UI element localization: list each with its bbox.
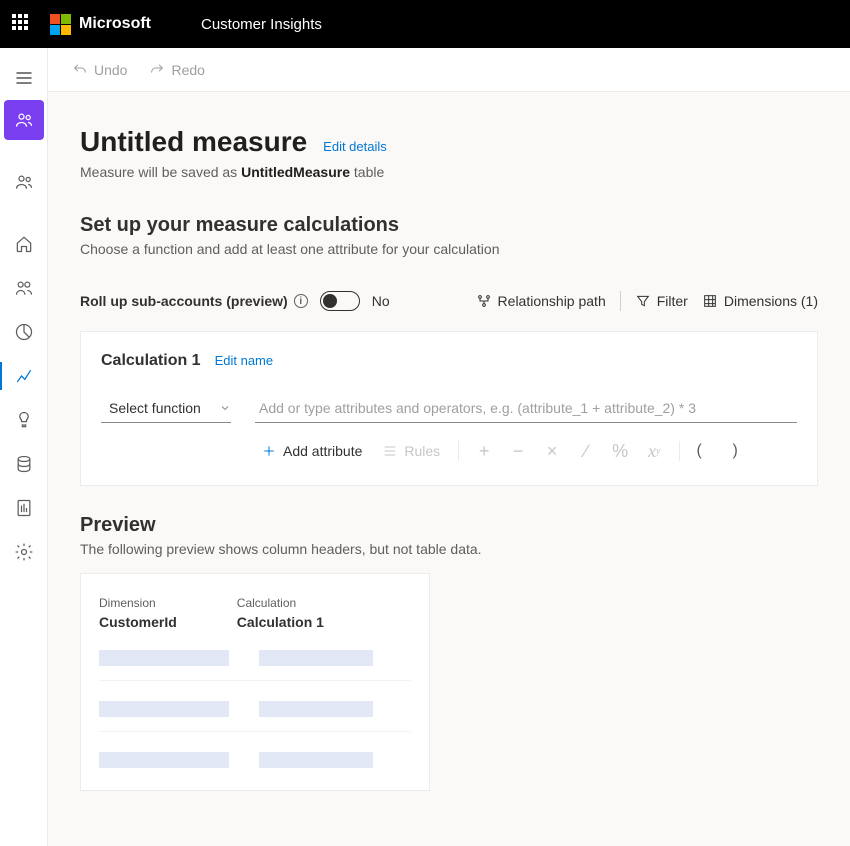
- relationship-icon: [476, 293, 492, 309]
- op-divide[interactable]: ∕: [569, 437, 603, 465]
- page-content: Untitled measure Edit details Measure wi…: [48, 92, 850, 846]
- edit-name-link[interactable]: Edit name: [215, 353, 274, 368]
- section-title: Set up your measure calculations: [80, 214, 818, 237]
- select-function-dropdown[interactable]: Select function: [101, 396, 231, 423]
- nav-reports-button[interactable]: [4, 488, 44, 528]
- info-icon[interactable]: i: [294, 294, 308, 308]
- redo-button[interactable]: Redo: [149, 62, 204, 78]
- hamburger-menu-button[interactable]: [0, 58, 48, 98]
- global-header: Microsoft Customer Insights: [0, 0, 850, 48]
- rollup-toggle[interactable]: [320, 291, 360, 311]
- nav-people-button[interactable]: [4, 162, 44, 202]
- undo-button[interactable]: Undo: [72, 62, 127, 78]
- op-multiply[interactable]: ×: [535, 437, 569, 465]
- nav-settings-button[interactable]: [4, 532, 44, 572]
- app-launcher-icon[interactable]: [12, 14, 32, 34]
- chevron-down-icon: [219, 402, 231, 414]
- op-power[interactable]: xy: [637, 437, 671, 465]
- nav-data-button[interactable]: [4, 444, 44, 484]
- op-close-paren[interactable]: ): [724, 442, 746, 460]
- grid-icon: [702, 293, 718, 309]
- preview-skeleton-row: [99, 650, 411, 666]
- product-name: Customer Insights: [201, 16, 322, 33]
- divider: [458, 441, 459, 461]
- left-nav-rail: [0, 48, 48, 846]
- preview-col-dimension: Dimension CustomerId: [99, 596, 177, 630]
- formula-input[interactable]: Add or type attributes and operators, e.…: [255, 396, 797, 423]
- filter-button[interactable]: Filter: [635, 293, 688, 309]
- nav-customers-button[interactable]: [4, 268, 44, 308]
- preview-title: Preview: [80, 514, 818, 537]
- rules-icon: [382, 443, 398, 459]
- save-as-text: Measure will be saved as UntitledMeasure…: [80, 164, 818, 180]
- calculation-title: Calculation 1: [101, 352, 201, 370]
- divider: [679, 441, 680, 461]
- rules-button[interactable]: Rules: [372, 439, 450, 463]
- main-area: Undo Redo Untitled measure Edit details …: [48, 48, 850, 846]
- nav-measures-button[interactable]: [4, 356, 44, 396]
- nav-intelligence-button[interactable]: [4, 400, 44, 440]
- calculation-toolbar: Roll up sub-accounts (preview) i No Rela…: [80, 291, 818, 311]
- microsoft-brand-text: Microsoft: [79, 15, 151, 33]
- op-plus[interactable]: +: [467, 437, 501, 465]
- preview-skeleton-row: [99, 701, 411, 717]
- redo-label: Redo: [171, 62, 204, 78]
- add-attribute-button[interactable]: Add attribute: [251, 439, 372, 463]
- preview-desc: The following preview shows column heade…: [80, 541, 818, 557]
- nav-home-button[interactable]: [4, 224, 44, 264]
- preview-col-calculation: Calculation Calculation 1: [237, 596, 324, 630]
- undo-label: Undo: [94, 62, 127, 78]
- microsoft-logo-icon: [50, 14, 71, 35]
- operator-toolbar: Add attribute Rules + − × ∕ % xy (: [101, 437, 797, 465]
- command-bar: Undo Redo: [48, 48, 850, 92]
- section-desc: Choose a function and add at least one a…: [80, 241, 818, 257]
- rollup-state: No: [372, 293, 390, 309]
- preview-skeleton-row: [99, 752, 411, 768]
- op-open-paren[interactable]: (: [688, 442, 710, 460]
- redo-icon: [149, 62, 165, 78]
- divider: [620, 291, 621, 311]
- rollup-label: Roll up sub-accounts (preview) i: [80, 293, 308, 309]
- calculation-card: Calculation 1 Edit name Select function …: [80, 331, 818, 486]
- nav-audience-button[interactable]: [4, 100, 44, 140]
- filter-icon: [635, 293, 651, 309]
- page-title: Untitled measure: [80, 126, 307, 158]
- nav-segments-button[interactable]: [4, 312, 44, 352]
- op-percent[interactable]: %: [603, 437, 637, 465]
- preview-card: Dimension CustomerId Calculation Calcula…: [80, 573, 430, 791]
- relationship-path-button[interactable]: Relationship path: [476, 293, 606, 309]
- dimensions-button[interactable]: Dimensions (1): [702, 293, 818, 309]
- microsoft-logo[interactable]: Microsoft: [50, 14, 151, 35]
- undo-icon: [72, 62, 88, 78]
- op-minus[interactable]: −: [501, 437, 535, 465]
- edit-details-link[interactable]: Edit details: [323, 139, 387, 154]
- plus-icon: [261, 443, 277, 459]
